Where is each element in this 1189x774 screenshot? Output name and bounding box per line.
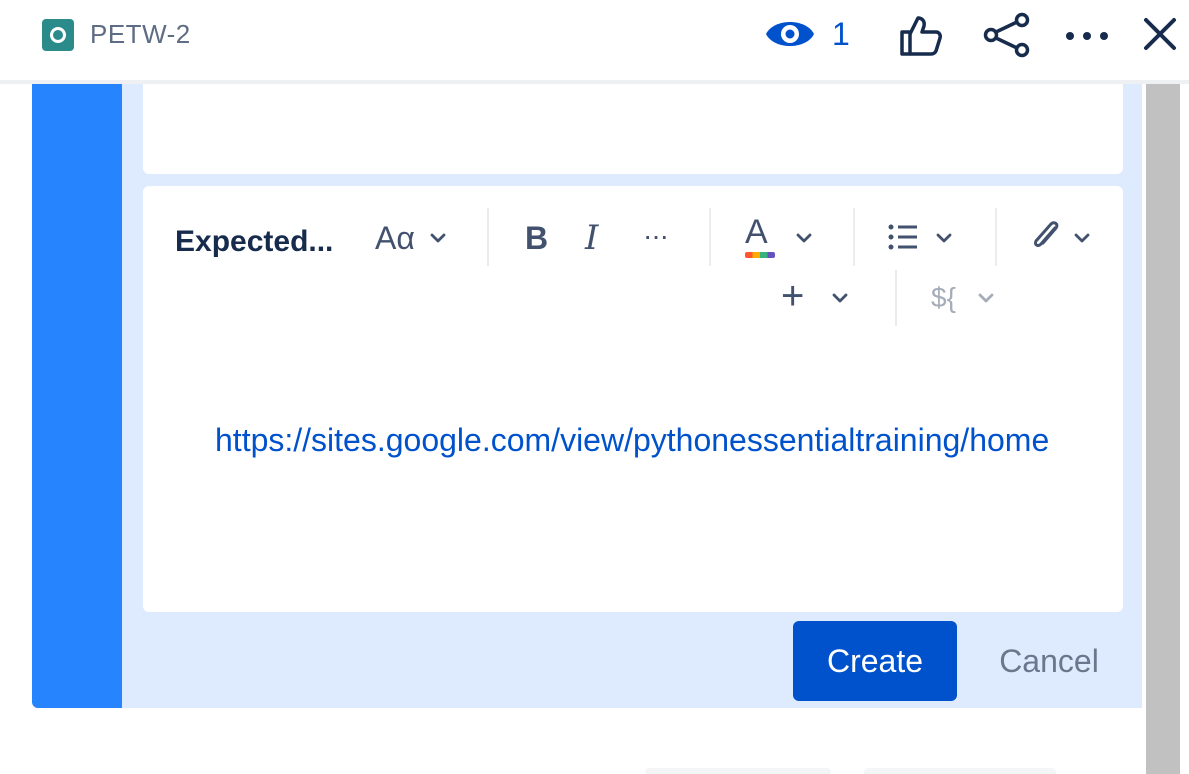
font-size-dropdown[interactable]: Aα xyxy=(375,218,415,258)
attachment-icon[interactable] xyxy=(1029,218,1063,254)
close-icon[interactable] xyxy=(1140,14,1180,54)
watch-icon[interactable] xyxy=(764,14,816,54)
rich-text-editor: Expected... Aα B I ··· A + ${https://si… xyxy=(143,186,1123,612)
content-link[interactable]: https://sites.google.com/view/pythonesse… xyxy=(215,412,1075,468)
like-icon[interactable] xyxy=(898,12,944,58)
text-color-label: A xyxy=(745,213,768,251)
toolbar-separator xyxy=(853,208,855,266)
issue-type-icon xyxy=(42,19,74,51)
cancel-button[interactable]: Cancel xyxy=(976,621,1122,701)
issue-header: PETW-2 1 xyxy=(0,0,1189,80)
toolbar-separator xyxy=(895,270,897,326)
issue-key-link[interactable]: PETW-2 xyxy=(90,16,191,52)
chevron-down-icon xyxy=(832,293,848,303)
chevron-down-icon xyxy=(936,233,952,243)
share-icon[interactable] xyxy=(982,12,1032,58)
toolbar-separator xyxy=(487,208,489,266)
insert-button[interactable]: + xyxy=(781,274,804,318)
previous-field-input[interactable] xyxy=(143,84,1123,174)
italic-button[interactable]: I xyxy=(585,218,598,258)
bold-button[interactable]: B xyxy=(525,218,548,258)
watchers-count[interactable]: 1 xyxy=(832,14,850,54)
text-style-dropdown[interactable]: Expected... xyxy=(175,222,333,262)
scrollbar[interactable] xyxy=(1146,84,1180,774)
toolbar-separator xyxy=(995,208,997,266)
more-icon[interactable] xyxy=(1062,26,1112,46)
toolbar-separator xyxy=(709,208,711,266)
chevron-down-icon xyxy=(430,233,446,243)
font-label: Aα xyxy=(375,220,415,256)
placeholder-button[interactable]: ${ xyxy=(931,278,956,318)
create-button[interactable]: Create xyxy=(793,621,957,701)
color-swatch-bar xyxy=(745,252,775,258)
field-accent-bar xyxy=(32,84,122,708)
partial-element xyxy=(645,768,831,774)
bullet-list-icon[interactable] xyxy=(887,222,919,252)
issue-view: PETW-2 1 Expected... Aα B I ··· A + ${h… xyxy=(0,0,1189,774)
chevron-down-icon xyxy=(1074,233,1090,243)
chevron-down-icon xyxy=(796,233,812,243)
more-formatting-button[interactable]: ··· xyxy=(643,216,669,256)
chevron-down-icon xyxy=(978,293,994,303)
partial-element xyxy=(864,768,1056,774)
text-color-button[interactable]: A xyxy=(743,214,779,258)
